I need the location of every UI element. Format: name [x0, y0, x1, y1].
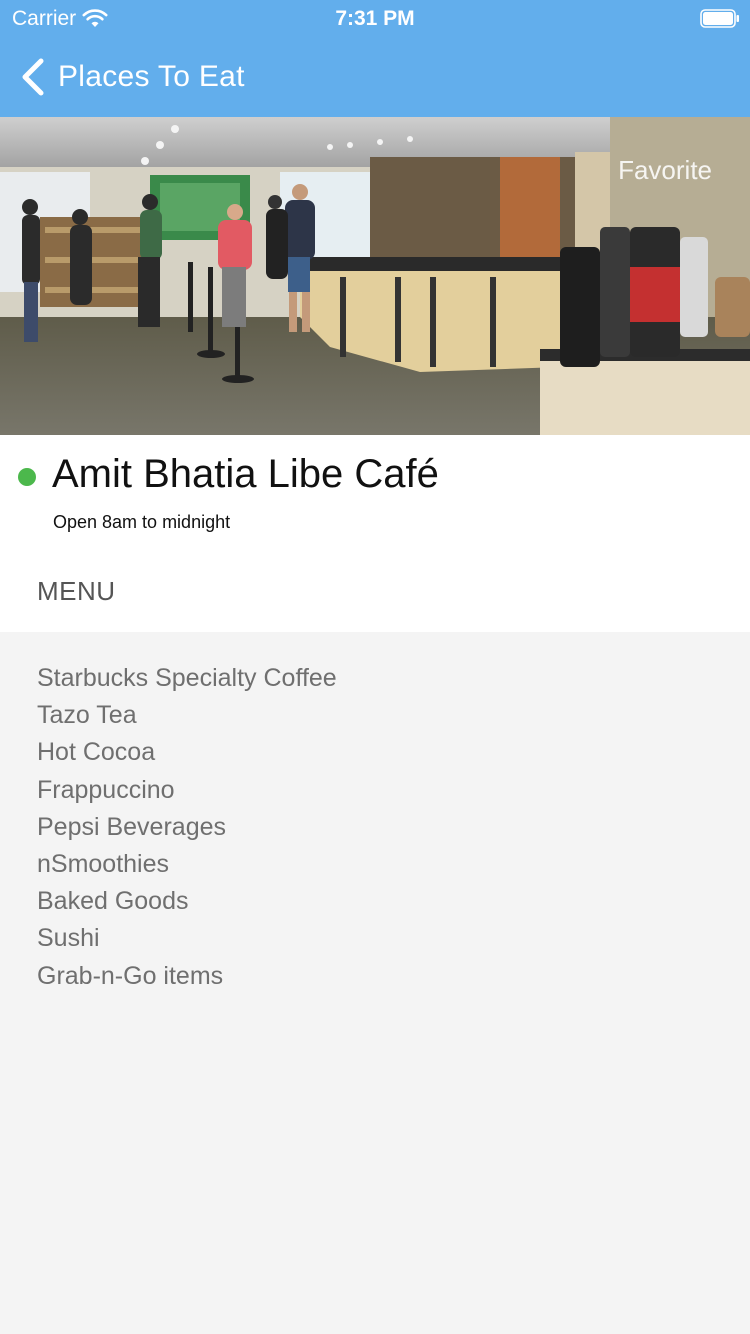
menu-item: Frappuccino: [37, 775, 175, 804]
menu-item: Baked Goods: [37, 887, 189, 916]
favorite-button[interactable]: Favorite: [618, 155, 712, 186]
menu-item: Grab-n-Go items: [37, 961, 224, 990]
menu-list: Starbucks Specialty Coffee Tazo Tea Hot …: [37, 660, 337, 995]
clock: 7:31 PM: [335, 7, 415, 30]
menu-item: Starbucks Specialty Coffee: [37, 664, 337, 692]
navigation-bar: Places To Eat: [0, 40, 750, 117]
menu-item: nSmoothies: [37, 849, 170, 878]
menu-heading: MENU: [37, 576, 116, 606]
menu-item: Hot Cocoa: [37, 738, 156, 767]
menu-item: Sushi: [37, 924, 100, 953]
status-bar: Carrier 7:31 PM: [0, 0, 750, 40]
open-status-indicator: [18, 468, 36, 486]
menu-item: Pepsi Beverages: [37, 812, 227, 841]
chevron-left-icon: [20, 57, 46, 97]
menu-item: Tazo Tea: [37, 701, 137, 730]
place-title: Amit Bhatia Libe Café: [52, 452, 439, 496]
cafe-photo: Favorite: [0, 117, 750, 435]
opening-hours: Open 8am to midnight: [53, 512, 231, 532]
back-button[interactable]: Places To Eat: [20, 54, 245, 100]
battery-icon: [700, 9, 740, 28]
place-info: Amit Bhatia Libe Café Open 8am to midnig…: [0, 435, 750, 632]
back-button-label: Places To Eat: [58, 60, 245, 93]
